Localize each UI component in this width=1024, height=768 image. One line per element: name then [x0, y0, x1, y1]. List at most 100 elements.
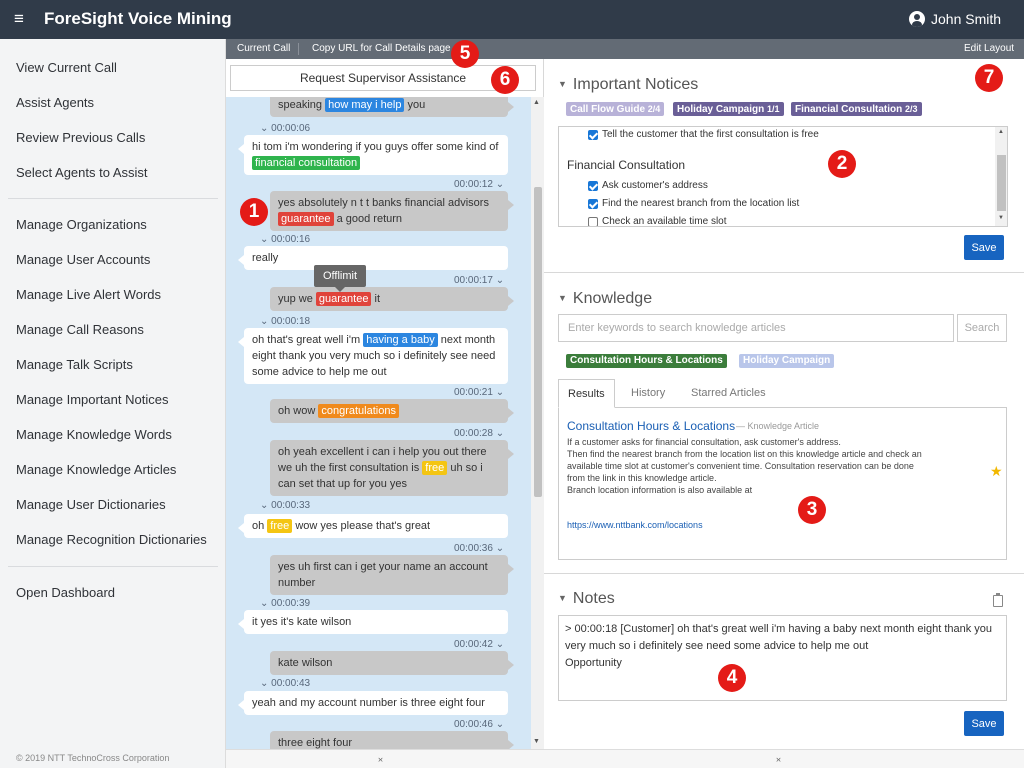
article-location-link[interactable]: https://www.nttbank.com/locations: [567, 520, 703, 530]
tab-starred-articles[interactable]: Starred Articles: [682, 379, 775, 408]
sidebar-item-manage-knowledge-words[interactable]: Manage Knowledge Words: [16, 427, 172, 443]
knowledge-search-button[interactable]: Search: [957, 314, 1007, 342]
transcript-bubble-agent[interactable]: oh yeah excellent i can i help you out t…: [270, 440, 514, 496]
transcript-bubble-agent[interactable]: oh wow congratulations: [270, 399, 514, 423]
transcript-bubble-customer[interactable]: hi tom i'm wondering if you guys offer s…: [238, 135, 508, 175]
sidebar: View Current Call Assist Agents Review P…: [0, 39, 226, 768]
keyword-highlight[interactable]: having a baby: [363, 333, 438, 347]
notices-save-button[interactable]: Save: [964, 235, 1004, 260]
sidebar-item-assist-agents[interactable]: Assist Agents: [16, 95, 94, 111]
sidebar-item-select-agents[interactable]: Select Agents to Assist: [16, 165, 148, 181]
notes-header[interactable]: ▼ Notes: [558, 588, 615, 609]
timestamp: 00:00:21 ⌄: [454, 387, 505, 398]
current-call-link[interactable]: Current Call: [237, 43, 290, 55]
offlimit-tooltip: Offlimit: [314, 265, 366, 292]
sidebar-item-view-current-call[interactable]: View Current Call: [16, 60, 117, 76]
copy-url-link[interactable]: Copy URL for Call Details page: [312, 43, 451, 55]
sidebar-item-manage-organizations[interactable]: Manage Organizations: [16, 217, 147, 233]
keyword-highlight[interactable]: financial consultation: [252, 156, 361, 170]
menu-icon[interactable]: ≡: [14, 10, 24, 28]
transcript-bubble-agent[interactable]: speaking how may i help you: [270, 97, 514, 117]
transcript-bubble-customer[interactable]: oh that's great well i'm having a baby n…: [238, 328, 508, 384]
sidebar-item-manage-live-alert-words[interactable]: Manage Live Alert Words: [16, 287, 161, 303]
user-name[interactable]: John Smith: [931, 11, 1001, 27]
notes-save-button[interactable]: Save: [964, 711, 1004, 736]
sidebar-item-manage-talk-scripts[interactable]: Manage Talk Scripts: [16, 357, 133, 373]
sidebar-item-manage-user-accounts[interactable]: Manage User Accounts: [16, 252, 150, 268]
sidebar-item-manage-call-reasons[interactable]: Manage Call Reasons: [16, 322, 144, 338]
transcript-bubble-customer[interactable]: yeah and my account number is three eigh…: [238, 691, 508, 715]
transcript-bubble-customer[interactable]: really: [238, 246, 508, 270]
checkbox-check-time-slot[interactable]: [588, 217, 598, 226]
keyword-highlight[interactable]: congratulations: [318, 404, 399, 418]
tag-call-flow-guide[interactable]: Call Flow Guide 2/4: [566, 102, 665, 116]
bubble-text: it: [371, 293, 381, 305]
important-notices-header[interactable]: ▼ Important Notices: [558, 74, 698, 95]
sidebar-item-manage-user-dictionaries[interactable]: Manage User Dictionaries: [16, 497, 166, 513]
keyword-highlight[interactable]: free: [267, 519, 293, 533]
knowledge-header[interactable]: ▼ Knowledge: [558, 288, 652, 309]
transcript-bubble-customer[interactable]: oh free wow yes please that's great: [238, 514, 508, 538]
keyword-highlight[interactable]: how may i help: [325, 98, 405, 112]
caret-down-icon[interactable]: ▼: [558, 593, 567, 603]
timestamp: ⌄ 00:00:16: [260, 234, 311, 245]
star-icon[interactable]: ★: [990, 463, 1003, 480]
tab-history[interactable]: History: [622, 379, 674, 408]
user-icon[interactable]: [909, 11, 925, 27]
transcript-area[interactable]: speaking how may i help you hi tom i'm wo…: [226, 97, 531, 749]
notice-checklist: Tell the customer that the first consult…: [558, 126, 1008, 227]
transcript-bubble-agent[interactable]: yes uh first can i get your name an acco…: [270, 555, 514, 595]
checklist-item: Find the nearest branch from the locatio…: [602, 198, 800, 209]
marker-3: 3: [798, 496, 826, 524]
scroll-down-icon[interactable]: ▼: [533, 738, 540, 745]
bubble-text: it yes it's kate wilson: [252, 616, 352, 628]
scroll-up-icon[interactable]: ▲: [533, 99, 540, 106]
tag-financial-consultation[interactable]: Financial Consultation 2/3: [791, 102, 922, 116]
important-notices-title: Important Notices: [572, 76, 699, 93]
transcript-bubble-agent[interactable]: yes absolutely n t t banks financial adv…: [270, 191, 514, 231]
notes-textarea[interactable]: > 00:00:18 [Customer] oh that's great we…: [558, 615, 1007, 701]
section-divider: [544, 573, 1024, 574]
knowledge-search-input[interactable]: [558, 314, 954, 342]
marker-1: 1: [240, 198, 268, 226]
collapse-icon[interactable]: ›‹: [378, 754, 383, 764]
right-footer: ›‹: [544, 749, 1024, 768]
sidebar-item-manage-knowledge-articles[interactable]: Manage Knowledge Articles: [16, 462, 176, 478]
chat-panel: Request Supervisor Assistance speaking h…: [226, 59, 544, 768]
timestamp: 00:00:42 ⌄: [454, 639, 505, 650]
transcript-scroll-thumb[interactable]: [534, 187, 542, 497]
transcript-bubble-agent[interactable]: kate wilson: [270, 651, 514, 675]
keyword-highlight[interactable]: guarantee: [278, 212, 334, 226]
caret-down-icon[interactable]: ▼: [558, 293, 567, 303]
transcript-bubble-customer[interactable]: it yes it's kate wilson: [238, 610, 508, 634]
checklist-item: Ask customer's address: [602, 180, 708, 191]
checkbox-consultation-free[interactable]: [588, 130, 598, 140]
bubble-text: you: [404, 99, 426, 111]
sidebar-item-manage-important-notices[interactable]: Manage Important Notices: [16, 392, 168, 408]
sidebar-item-manage-recognition-dictionaries[interactable]: Manage Recognition Dictionaries: [16, 532, 207, 548]
checklist-scroll-thumb[interactable]: [997, 155, 1006, 211]
keyword-highlight[interactable]: guarantee: [315, 292, 372, 306]
transcript-bubble-agent[interactable]: three eight four: [270, 731, 514, 749]
bubble-text: wow yes please that's great: [292, 520, 431, 532]
checkbox-ask-address[interactable]: [588, 181, 598, 191]
tag-consultation-hours[interactable]: Consultation Hours & Locations: [566, 354, 727, 368]
scroll-up-icon[interactable]: ▲: [998, 129, 1004, 135]
checkbox-find-branch[interactable]: [588, 199, 598, 209]
tag-holiday-campaign[interactable]: Holiday Campaign 1/1: [673, 102, 784, 116]
collapse-icon[interactable]: ›‹: [776, 754, 781, 764]
sidebar-item-open-dashboard[interactable]: Open Dashboard: [16, 585, 115, 601]
tab-results[interactable]: Results: [558, 379, 615, 408]
sidebar-item-review-previous-calls[interactable]: Review Previous Calls: [16, 130, 145, 146]
article-title-link[interactable]: Consultation Hours & Locations: [567, 419, 735, 433]
caret-down-icon[interactable]: ▼: [558, 79, 567, 89]
clipboard-icon[interactable]: [993, 593, 1003, 607]
scroll-down-icon[interactable]: ▼: [998, 215, 1004, 221]
notes-title: Notes: [572, 590, 615, 607]
app-title: ForeSight Voice Mining: [44, 9, 232, 28]
keyword-highlight[interactable]: free: [422, 461, 448, 475]
checklist-item: Tell the customer that the first consult…: [602, 129, 819, 140]
transcript-bubble-agent[interactable]: yup we guarantee it: [270, 287, 514, 311]
edit-layout-link[interactable]: Edit Layout: [964, 43, 1014, 55]
tag-holiday-campaign-knowledge[interactable]: Holiday Campaign: [739, 354, 835, 368]
